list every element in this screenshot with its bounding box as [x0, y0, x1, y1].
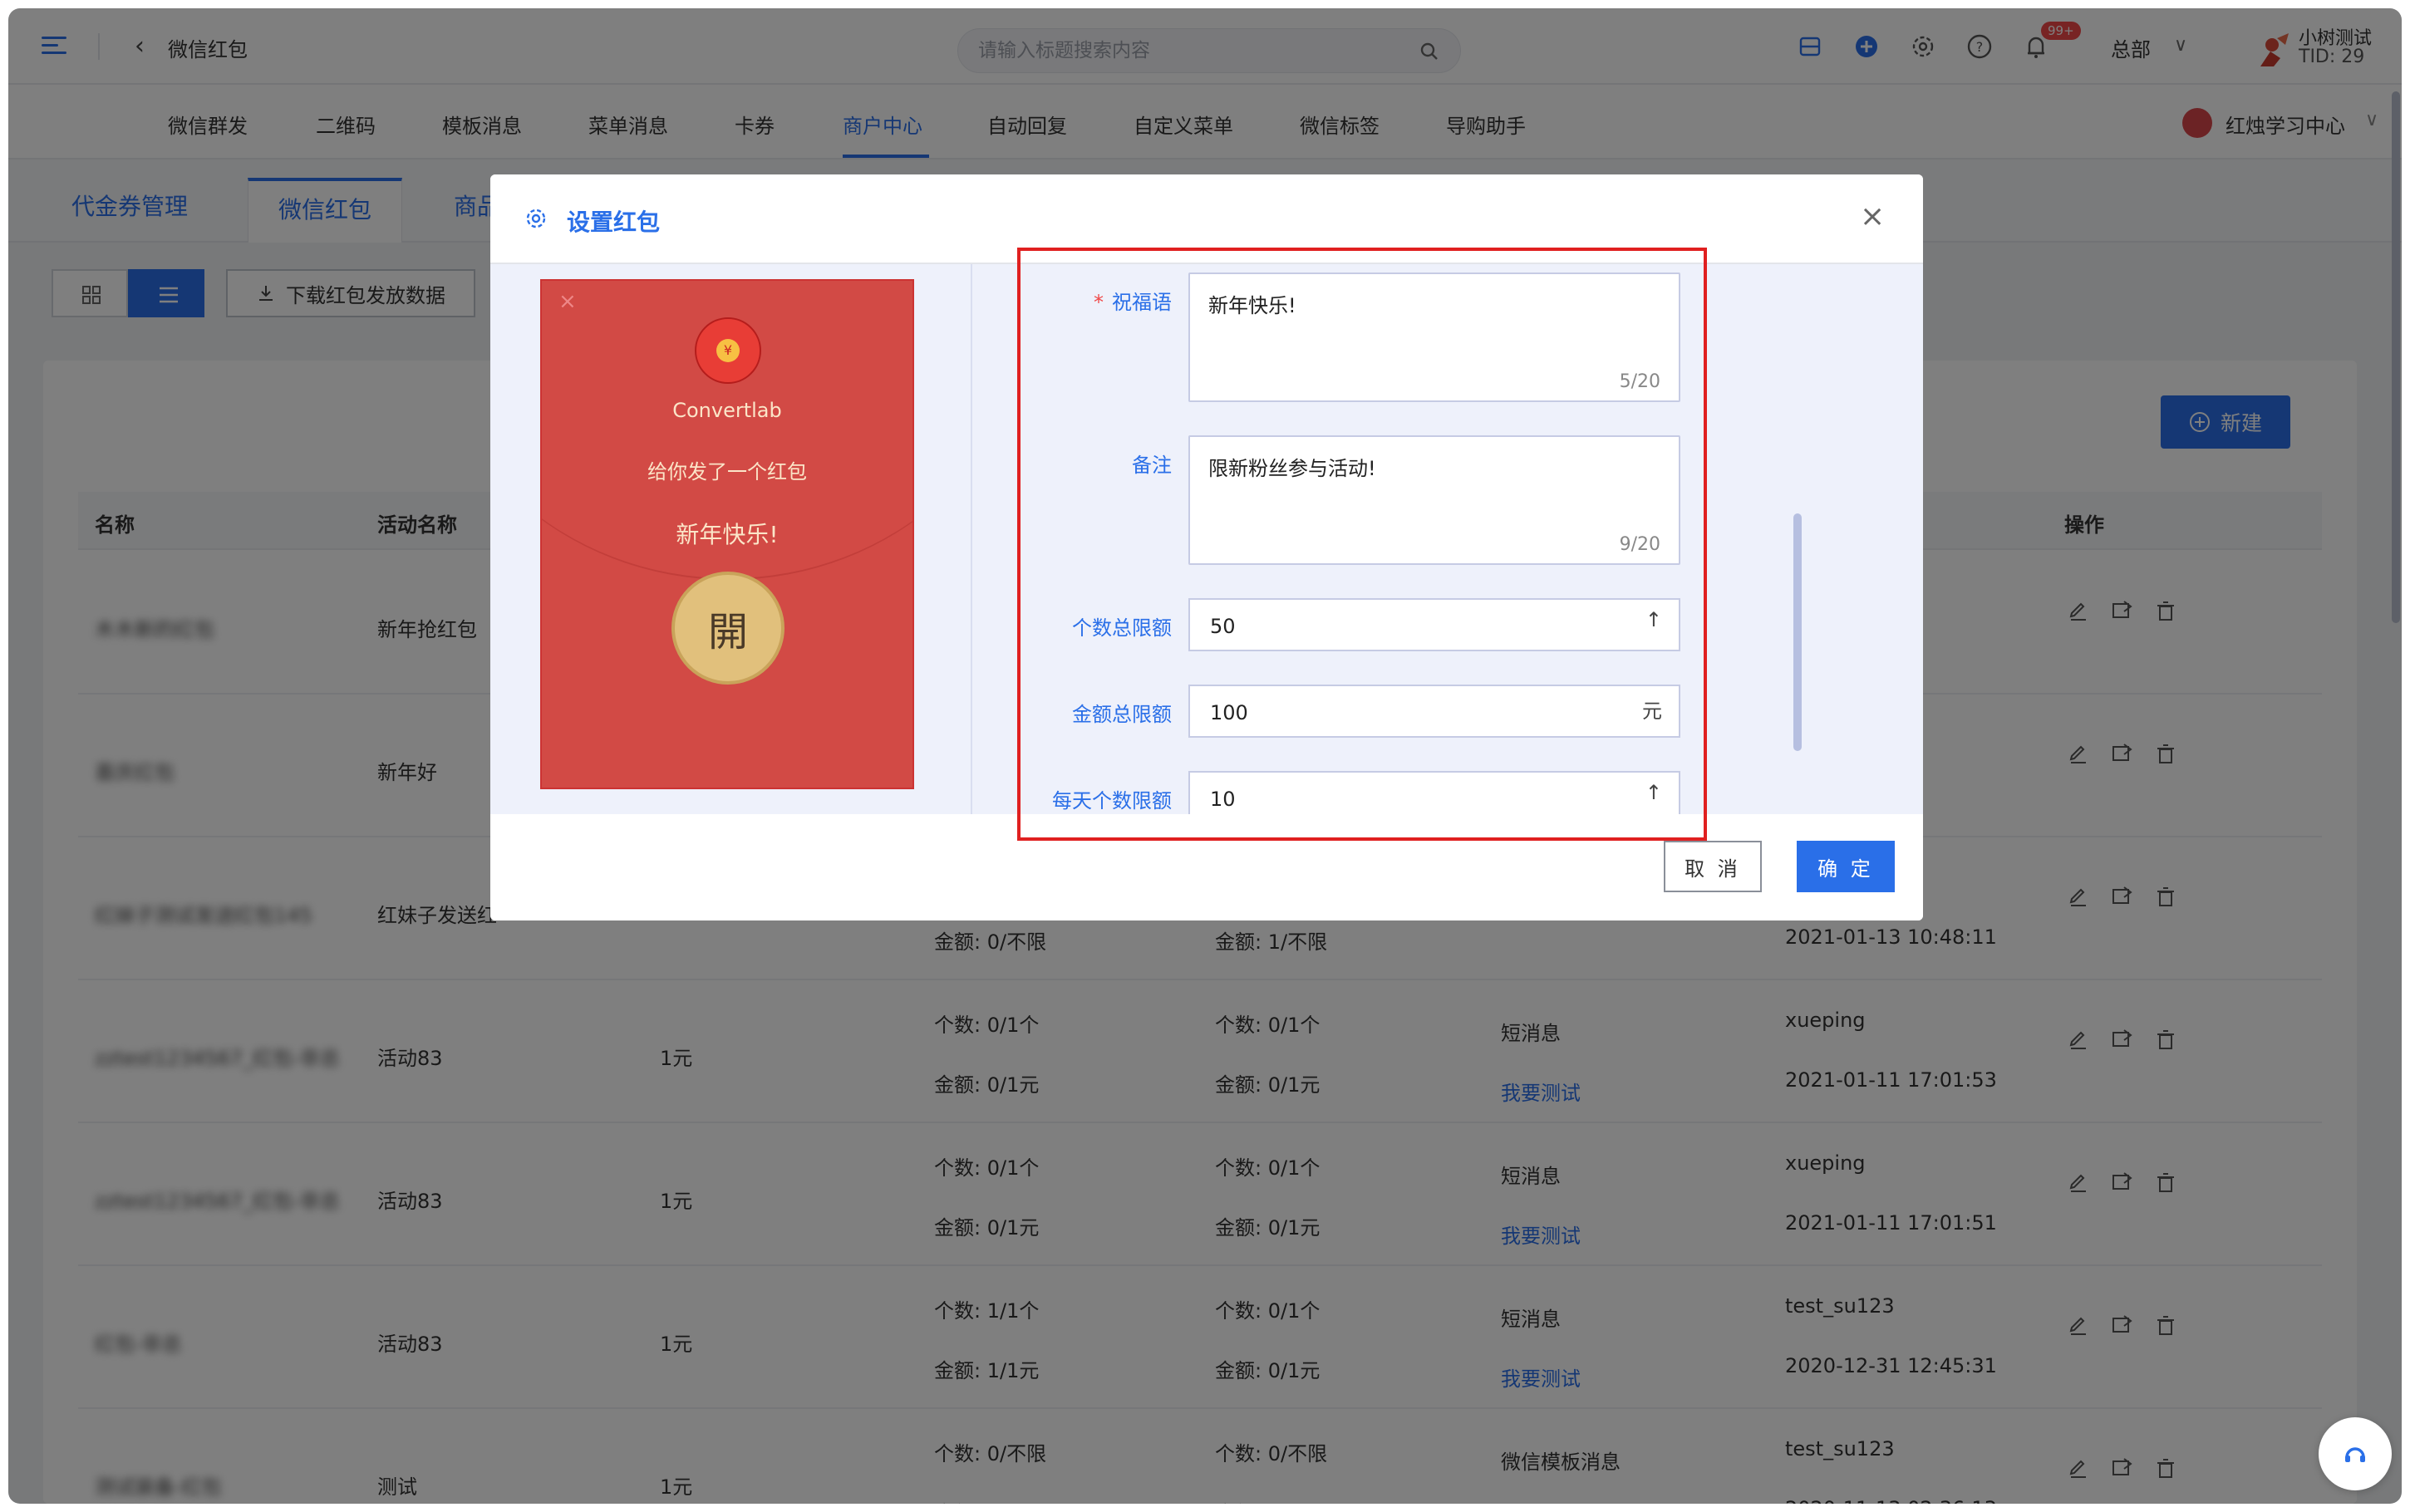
- cancel-button[interactable]: 取 消: [1664, 841, 1762, 892]
- close-icon[interactable]: ×: [1860, 202, 1885, 232]
- highlight-box: [1017, 248, 1707, 841]
- support-button[interactable]: [2319, 1417, 2392, 1490]
- preview-pane: × ¥ Convertlab 给你发了一个红包 新年快乐! 開: [490, 264, 972, 814]
- open-button: 開: [671, 572, 784, 685]
- app-window: ‹ 微信红包 ? 99+ 总部 ∨ 小树测试 TID: 29 微信群发 二维码 …: [8, 8, 2402, 1504]
- close-icon: ×: [558, 289, 577, 314]
- page-scrollbar[interactable]: [2392, 91, 2400, 623]
- gear-icon: [526, 209, 546, 228]
- redpacket-preview: × ¥ Convertlab 给你发了一个红包 新年快乐! 開: [540, 279, 914, 789]
- redpacket-wish: 新年快乐!: [676, 521, 779, 548]
- redpacket-brand: Convertlab: [672, 399, 782, 422]
- redpacket-subtitle: 给你发了一个红包: [647, 460, 807, 484]
- confirm-button[interactable]: 确 定: [1797, 841, 1895, 892]
- form-scrollbar[interactable]: [1793, 513, 1802, 751]
- dialog-title: 设置红包: [567, 209, 661, 236]
- brand-logo-icon: ¥: [695, 317, 761, 384]
- headset-icon: [2345, 1447, 2365, 1462]
